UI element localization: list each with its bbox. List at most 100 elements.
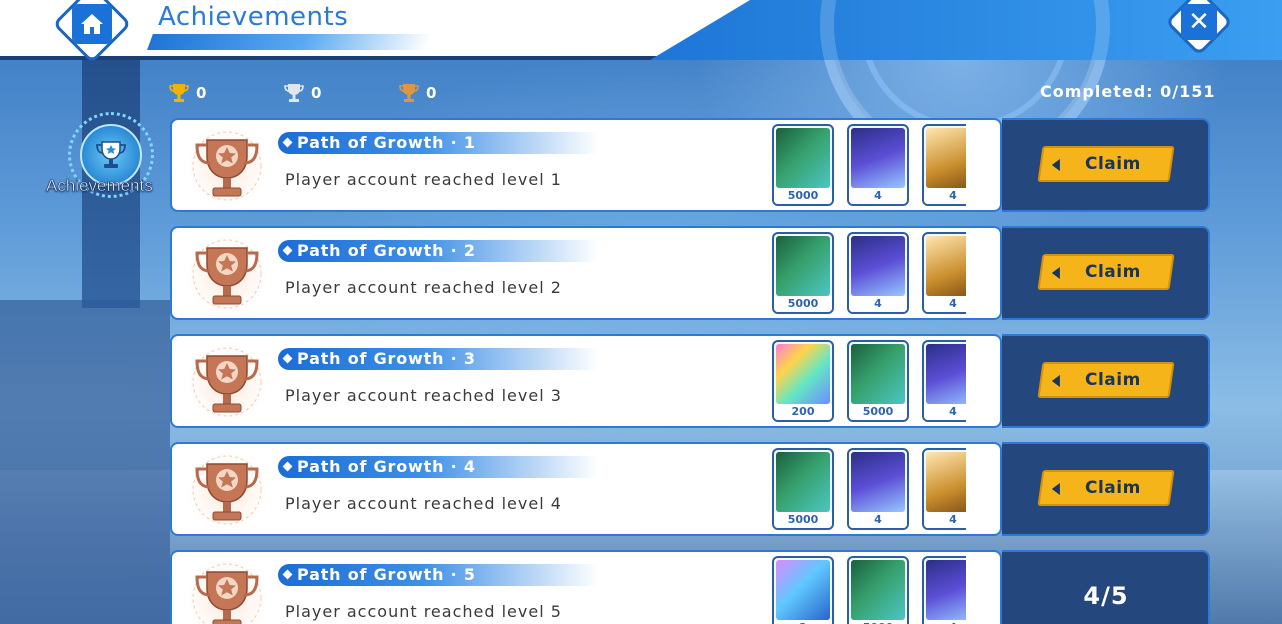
scroll-icon [851,236,905,296]
claim-label: Claim [1085,370,1141,390]
reward-quantity: 4 [924,404,966,420]
reward-quantity: 5000 [774,512,832,528]
completed-counter: Completed: 0/151 [1040,82,1216,101]
diamond-bullet-icon [282,353,293,364]
claim-button[interactable]: Claim [1037,362,1175,398]
bronze-trophy-icon [188,126,266,208]
reward-item[interactable]: 4 [847,124,909,206]
reward-quantity: 5000 [774,188,832,204]
achievement-description: Player account reached level 1 [285,170,562,189]
reward-item[interactable]: 4 [847,448,909,530]
page-title: Achievements [158,2,349,32]
silver-trophy-counter: 0 [283,82,321,104]
crystal-icon [776,344,830,404]
cube-icon [776,560,830,620]
achievement-card: Path of Growth · 4 Player account reache… [170,442,1002,536]
gold-trophy-counter: 0 [168,82,206,104]
silver-trophy-icon [284,84,304,102]
diamond-bullet-icon [282,461,293,472]
bronze-trophy-count: 0 [426,84,437,102]
reward-list: 5000 4 4 [772,448,966,532]
achievement-description: Player account reached level 4 [285,494,562,513]
achievement-row-3: Path of Growth · 3 Player account reache… [170,334,1210,428]
reward-list: 2 5000 4 [772,556,966,624]
reward-item[interactable]: 5000 [772,232,834,314]
claim-button[interactable]: Claim [1037,146,1175,182]
achievement-row-5: Path of Growth · 5 Player account reache… [170,550,1210,624]
reward-quantity: 4 [849,296,907,312]
reward-item[interactable]: 5000 [847,340,909,422]
achievement-row-2: Path of Growth · 2 Player account reache… [170,226,1210,320]
bronze-trophy-counter: 0 [398,82,436,104]
reward-item[interactable]: 4 [922,448,966,530]
achievement-title: Path of Growth · 1 [282,132,476,154]
close-icon: ✕ [1188,6,1210,37]
achievement-action: Claim [1002,442,1210,536]
reward-item[interactable]: 4 [847,232,909,314]
gold-chest-icon [926,452,966,512]
header-bar: Achievements ✕ [0,0,1282,170]
achievement-card: Path of Growth · 1 Player account reache… [170,118,1002,212]
bronze-trophy-icon [188,450,266,532]
achievement-title-text: Path of Growth · 2 [297,241,476,260]
reward-quantity: 4 [924,188,966,204]
claim-button[interactable]: Claim [1037,254,1175,290]
home-button[interactable] [52,0,132,64]
achievement-card: Path of Growth · 5 Player account reache… [170,550,1002,624]
achievement-action: Claim [1002,334,1210,428]
completed-value: 0/151 [1160,82,1216,101]
achievement-description: Player account reached level 3 [285,386,562,405]
achievement-description: Player account reached level 2 [285,278,562,297]
reward-item[interactable]: 4 [922,340,966,422]
achievement-title-text: Path of Growth · 1 [297,133,476,152]
reward-item[interactable]: 2 [772,556,834,624]
achievement-card: Path of Growth · 3 Player account reache… [170,334,1002,428]
scroll-icon [851,452,905,512]
bronze-trophy-icon [188,558,266,624]
achievement-title: Path of Growth · 4 [282,456,476,478]
arrow-left-icon [1051,267,1060,279]
progress-counter: 4/5 [1083,582,1129,610]
achievement-title-text: Path of Growth · 4 [297,457,476,476]
achievement-action: Claim [1002,226,1210,320]
reward-quantity: 5000 [849,620,907,624]
arrow-left-icon [1051,375,1060,387]
diamond-bullet-icon [282,245,293,256]
claim-button[interactable]: Claim [1037,470,1175,506]
reward-item[interactable]: 5000 [847,556,909,624]
reward-quantity: 5000 [849,404,907,420]
bronze-trophy-icon [188,342,266,424]
reward-item[interactable]: 5000 [772,124,834,206]
ticket-icon [851,344,905,404]
reward-item[interactable]: 5000 [772,448,834,530]
arrow-left-icon [1051,483,1060,495]
claim-label: Claim [1085,262,1141,282]
achievement-action: Claim [1002,118,1210,212]
reward-item[interactable]: 4 [922,232,966,314]
reward-quantity: 200 [774,404,832,420]
achievement-title-text: Path of Growth · 3 [297,349,476,368]
reward-quantity: 4 [924,512,966,528]
ticket-icon [776,128,830,188]
achievement-row-1: Path of Growth · 1 Player account reache… [170,118,1210,212]
achievement-title: Path of Growth · 3 [282,348,476,370]
achievement-row-4: Path of Growth · 4 Player account reache… [170,442,1210,536]
gold-chest-icon [926,236,966,296]
diamond-bullet-icon [282,569,293,580]
bronze-trophy-icon [188,234,266,316]
gold-chest-icon [926,128,966,188]
achievement-title-text: Path of Growth · 5 [297,565,476,584]
reward-item[interactable]: 200 [772,340,834,422]
achievement-description: Player account reached level 5 [285,602,562,621]
reward-item[interactable]: 4 [922,124,966,206]
home-icon [81,14,103,35]
reward-item[interactable]: 4 [922,556,966,624]
arrow-left-icon [1051,159,1060,171]
reward-quantity: 4 [849,188,907,204]
silver-trophy-count: 0 [311,84,322,102]
claim-label: Claim [1085,478,1141,498]
achievement-title: Path of Growth · 2 [282,240,476,262]
ticket-icon [776,452,830,512]
achievement-card: Path of Growth · 2 Player account reache… [170,226,1002,320]
reward-list: 200 5000 4 [772,340,966,424]
